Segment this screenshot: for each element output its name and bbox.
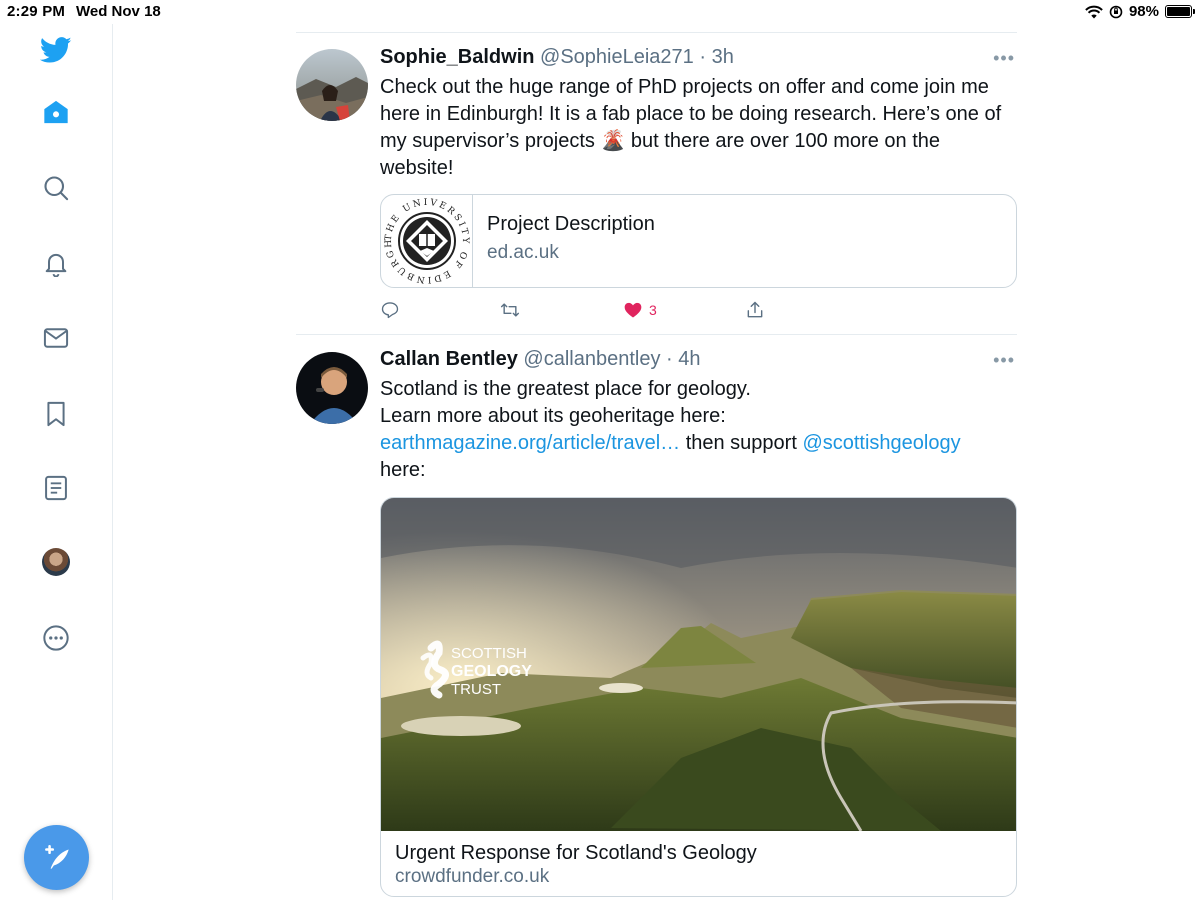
logo-line-3: TRUST [451, 681, 501, 698]
reply-icon [381, 302, 399, 319]
tweet-text: Scotland is the greatest place for geolo… [380, 376, 1016, 484]
search-icon[interactable] [36, 168, 76, 208]
compose-feather-icon [44, 844, 69, 869]
tweet-author-name[interactable]: Callan Bentley [380, 348, 518, 370]
tweet-header: Sophie_Baldwin @SophieLeia271 · 3h [380, 46, 734, 69]
wifi-icon [1085, 5, 1103, 18]
tweet-author-handle[interactable]: @callanbentley [523, 348, 660, 370]
battery-percent: 98% [1128, 3, 1159, 20]
bookmark-icon[interactable] [36, 394, 76, 434]
avatar [42, 548, 70, 576]
tweet-text-line: here: [380, 459, 426, 481]
like-button[interactable]: 3 [623, 300, 657, 320]
bell-icon[interactable] [36, 243, 76, 283]
volcano-emoji: 🌋 [600, 130, 626, 152]
university-seal-image: THE UNIVERSITY OF EDINBURGH [381, 195, 473, 287]
sidebar [0, 24, 113, 900]
share-icon [747, 301, 763, 318]
tweet-text: Check out the huge range of PhD projects… [380, 74, 1016, 182]
twitter-logo-icon[interactable] [36, 30, 76, 70]
tweet-sophie[interactable]: Sophie_Baldwin @SophieLeia271 · 3h ••• C… [296, 40, 1017, 334]
tweet-text-line: Learn more about its geoheritage here: [380, 405, 726, 427]
orientation-lock-icon [1109, 5, 1123, 18]
card-domain: ed.ac.uk [487, 242, 559, 263]
profile-avatar[interactable] [36, 542, 76, 582]
tweet-author-name[interactable]: Sophie_Baldwin [380, 46, 534, 68]
landscape-image: SCOTTISH GEOLOGY TRUST [381, 498, 1016, 831]
tweet-callan[interactable]: Callan Bentley @callanbentley · 4h ••• S… [296, 342, 1017, 900]
tweet-time[interactable]: 4h [678, 348, 700, 370]
status-bar: 2:29 PM Wed Nov 18 98% [0, 0, 1200, 24]
card-title: Project Description [487, 213, 655, 235]
status-time: 2:29 PM [7, 3, 66, 20]
share-button[interactable] [745, 300, 765, 320]
more-icon[interactable] [36, 618, 76, 658]
timeline: Sophie_Baldwin @SophieLeia271 · 3h ••• C… [296, 24, 1017, 900]
tweet-time-separator: · [660, 348, 679, 370]
tweet-actions: 3 [380, 300, 780, 324]
link-card[interactable]: THE UNIVERSITY OF EDINBURGH Project Desc… [380, 194, 1017, 288]
tweet-time[interactable]: 3h [712, 46, 734, 68]
reply-button[interactable] [380, 300, 400, 320]
mention-link[interactable]: @scottishgeology [802, 432, 960, 454]
avatar[interactable] [296, 49, 368, 121]
tweet-time-separator: · [693, 46, 712, 68]
divider [296, 32, 1017, 33]
more-options-icon[interactable]: ••• [993, 350, 1015, 371]
status-date: Wed Nov 18 [76, 3, 161, 20]
avatar[interactable] [296, 352, 368, 424]
battery-icon [1165, 5, 1195, 18]
tweet-text-line: earthmagazine.org/article/travel… then s… [380, 430, 1016, 457]
tweet-link[interactable]: earthmagazine.org/article/travel… [380, 432, 680, 454]
list-icon[interactable] [36, 468, 76, 508]
card-domain: crowdfunder.co.uk [395, 866, 550, 887]
mail-icon[interactable] [36, 318, 76, 358]
logo-line-2: GEOLOGY [451, 663, 532, 680]
tweet-header: Callan Bentley @callanbentley · 4h [380, 348, 700, 371]
retweet-button[interactable] [500, 300, 520, 320]
compose-tweet-button[interactable] [24, 825, 89, 890]
like-count: 3 [649, 302, 657, 318]
divider [296, 334, 1017, 335]
tweet-author-handle[interactable]: @SophieLeia271 [540, 46, 694, 68]
home-icon[interactable] [36, 92, 76, 132]
media-link-card[interactable]: SCOTTISH GEOLOGY TRUST Urgent Response f… [380, 497, 1017, 897]
more-options-icon[interactable]: ••• [993, 48, 1015, 69]
tweet-text-line: Scotland is the greatest place for geolo… [380, 378, 751, 400]
tweet-text-part: then support [680, 432, 803, 454]
status-right: 98% [1085, 3, 1195, 20]
heart-filled-icon [624, 302, 642, 318]
retweet-icon [500, 303, 520, 317]
logo-line-1: SCOTTISH [451, 645, 527, 662]
card-title: Urgent Response for Scotland's Geology [395, 842, 757, 864]
